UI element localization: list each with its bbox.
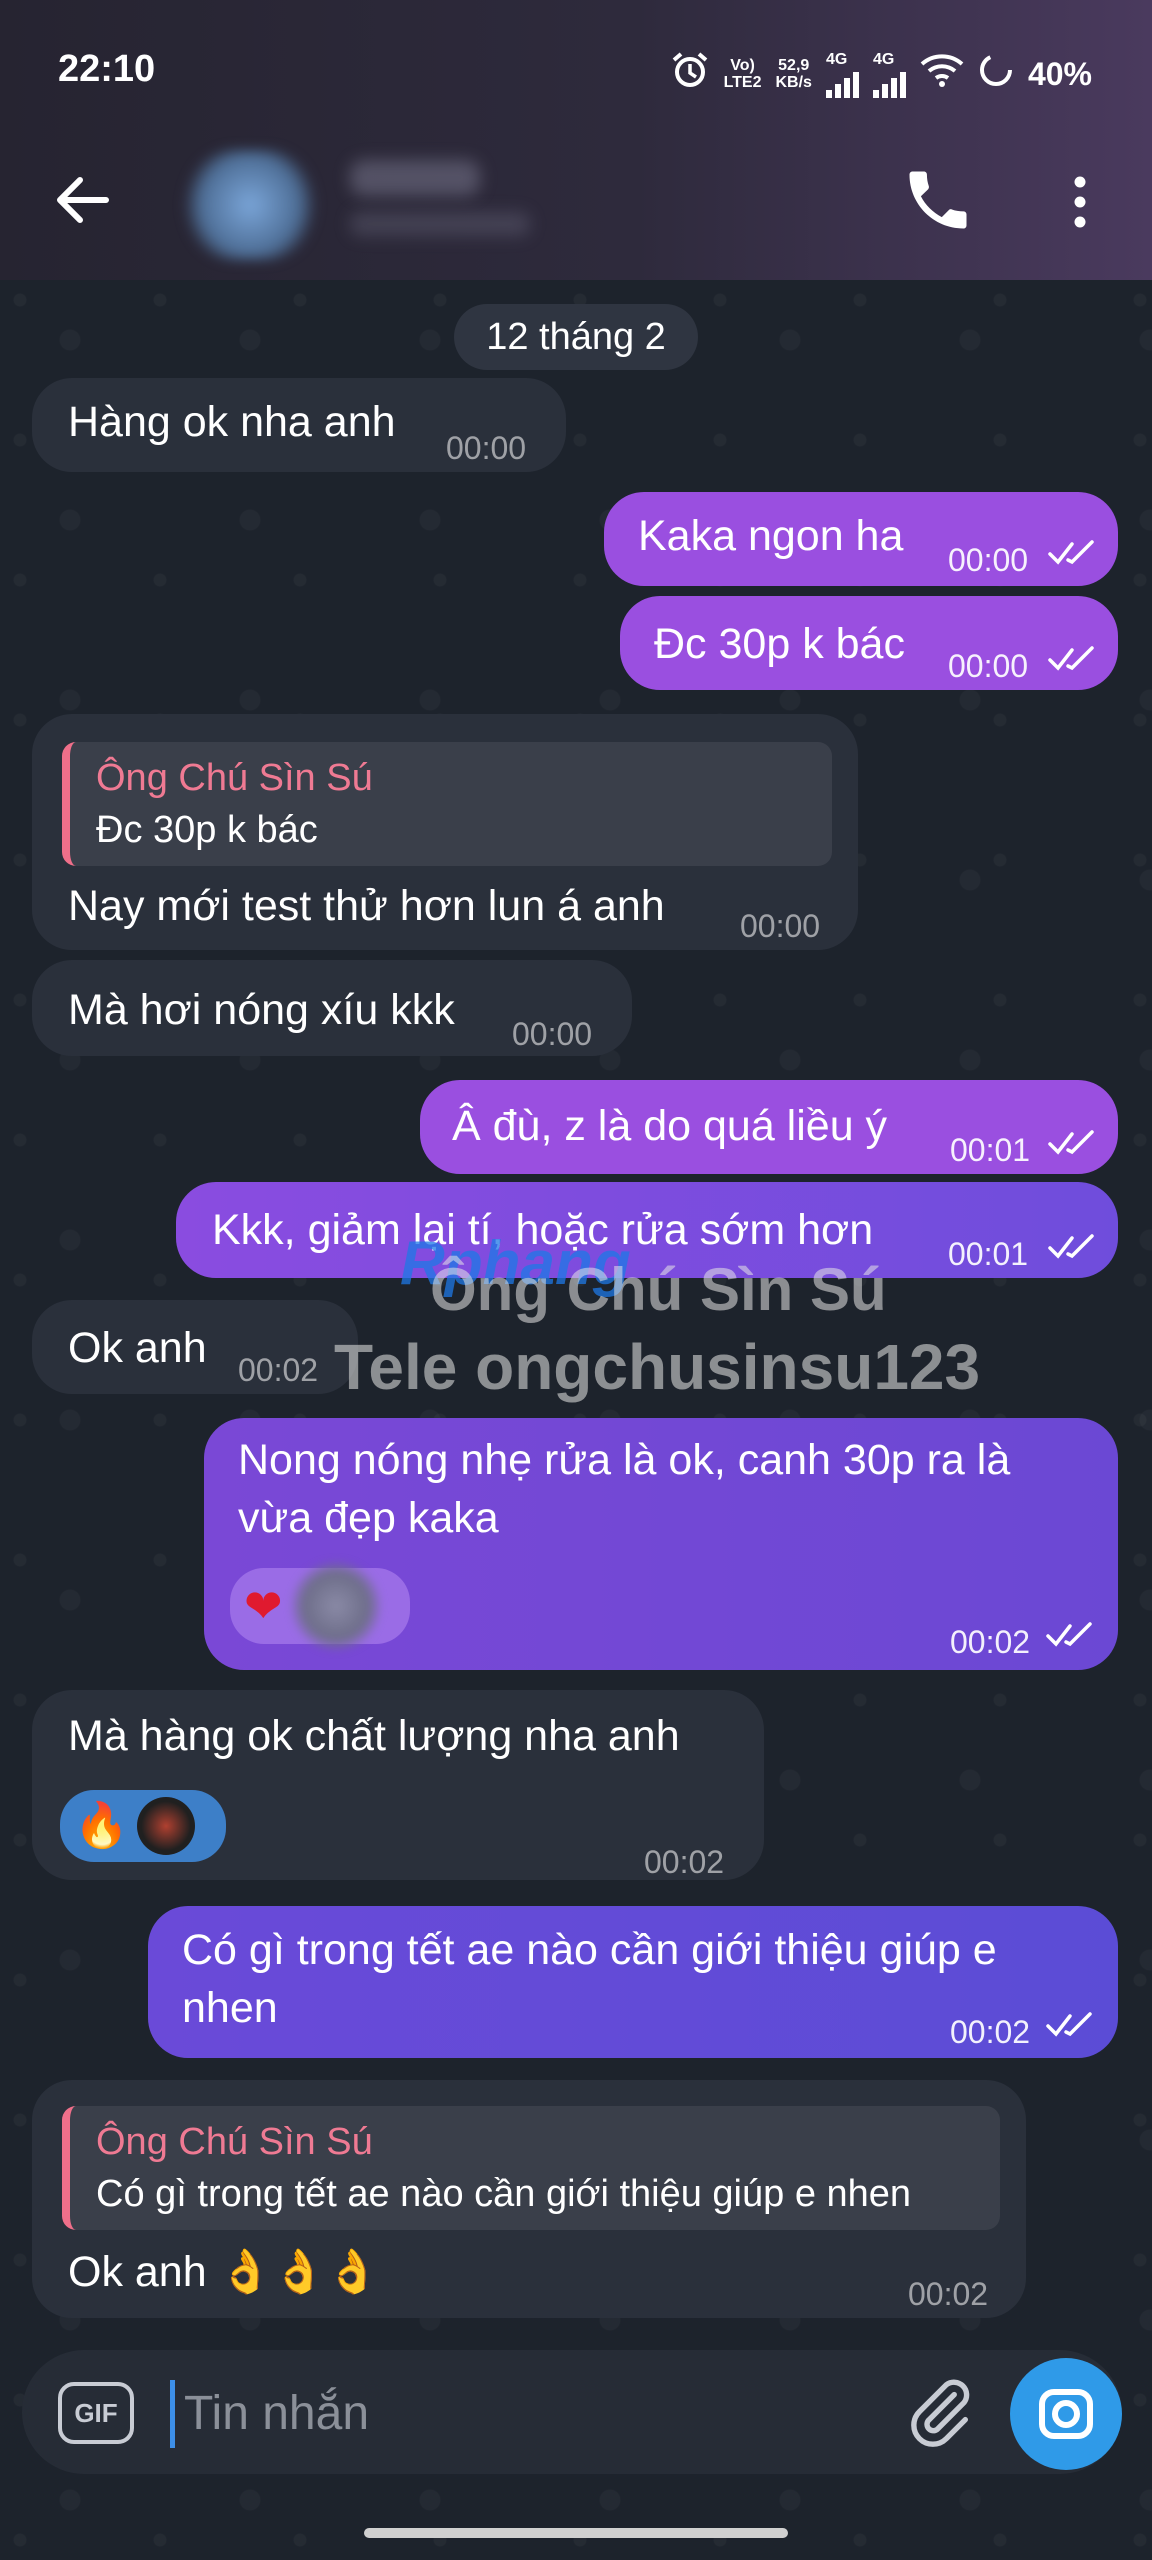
signal-1-icon: 4G: [825, 50, 859, 98]
message-outgoing[interactable]: Đc 30p k bác 00:00: [620, 596, 1118, 690]
message-time: 00:00: [512, 1016, 593, 1052]
more-vert-icon: [1074, 176, 1086, 228]
alarm-icon: [670, 50, 710, 98]
reply-quote[interactable]: Ông Chú Sìn Sú Có gì trong tết ae nào cầ…: [62, 2106, 1000, 2230]
message-incoming[interactable]: Mà hơi nóng xíu kkk 00:00: [32, 960, 632, 1056]
message-incoming[interactable]: Mà hàng ok chất lượng nha anh 🔥 00:02: [32, 1690, 764, 1880]
double-check-icon: [1048, 540, 1094, 565]
camera-icon: [1039, 2389, 1093, 2439]
watermark-name: Ông Chú Sìn Sú: [430, 1256, 887, 1323]
message-text: Ok anh: [68, 1324, 207, 1372]
net2-label: 4G: [872, 50, 895, 68]
arrow-back-icon: [57, 177, 109, 223]
text-cursor: [170, 2380, 175, 2448]
status-bar: 22:10 Vo) LTE2 52,9 KB/s 4G 4G 40%: [0, 0, 1152, 140]
reactor-avatar: [136, 1797, 195, 1855]
battery-percent: 40%: [1027, 55, 1092, 92]
message-time: 00:02: [908, 2276, 989, 2312]
reaction-chip[interactable]: 🔥: [60, 1790, 226, 1862]
date-chip: 12 tháng 2: [454, 304, 698, 370]
reactor-avatar: [290, 1561, 381, 1651]
message-text: Mà hàng ok chất lượng nha anh: [68, 1712, 680, 1760]
message-text: Đc 30p k bác: [654, 620, 905, 668]
double-check-icon: [1046, 1622, 1092, 1647]
message-composer: GIF: [22, 2350, 1122, 2474]
message-incoming-reply[interactable]: Ông Chú Sìn Sú Đc 30p k bác Nay mới test…: [32, 714, 858, 950]
message-input[interactable]: [182, 2370, 906, 2456]
contact-status-blurred: [350, 212, 530, 236]
more-button[interactable]: [1052, 170, 1108, 234]
message-time: 00:00: [446, 430, 527, 466]
volte-indicator: Vo) LTE2: [723, 57, 762, 91]
message-text-line-1: Nong nóng nhẹ rửa là ok, canh 30p ra là: [238, 1436, 1011, 1484]
message-time: 00:02: [950, 1624, 1031, 1660]
message-text-line-1: Có gì trong tết ae nào cần giới thiệu gi…: [182, 1926, 997, 1974]
message-text: Hàng ok nha anh: [68, 398, 396, 446]
contact-name-blurred[interactable]: [350, 160, 480, 196]
message-time: 00:02: [238, 1352, 319, 1388]
call-button[interactable]: [900, 162, 976, 238]
attach-button[interactable]: [902, 2374, 978, 2450]
battery-icon: [978, 52, 1014, 96]
watermark-line-1: Ông Chú Sìn Sú: [430, 1252, 1152, 1328]
fire-reaction: 🔥: [74, 1801, 129, 1850]
message-incoming[interactable]: Ok anh 00:02: [32, 1300, 358, 1394]
message-time: 00:00: [948, 542, 1029, 578]
message-text: Nay mới test thử hơn lun á anh: [68, 882, 665, 930]
reaction-chip[interactable]: ❤: [230, 1561, 410, 1651]
watermark-line-2: Tele ongchusinsu123: [334, 1331, 981, 1403]
contact-avatar[interactable]: [180, 150, 320, 260]
reply-author: Ông Chú Sìn Sú: [96, 2121, 373, 2163]
signal-2-icon: 4G: [872, 50, 906, 98]
message-time: 00:00: [948, 648, 1029, 684]
message-text: Ok anh 👌👌👌: [68, 2248, 380, 2296]
message-text: Kaka ngon ha: [638, 512, 904, 560]
message-outgoing[interactable]: Có gì trong tết ae nào cần giới thiệu gi…: [148, 1906, 1118, 2058]
wifi-icon: [920, 52, 964, 96]
gesture-nav-bar[interactable]: [364, 2528, 788, 2538]
message-text-line-2: vừa đẹp kaka: [238, 1494, 499, 1542]
message-outgoing[interactable]: Â đù, z là do quá liều ý 00:01: [420, 1080, 1118, 1174]
double-check-icon: [1046, 2012, 1092, 2037]
reply-author: Ông Chú Sìn Sú: [96, 757, 373, 799]
message-time: 00:02: [644, 1844, 725, 1880]
reply-quote[interactable]: Ông Chú Sìn Sú Đc 30p k bác: [62, 742, 832, 866]
back-button[interactable]: [48, 168, 118, 232]
message-incoming-reply[interactable]: Ông Chú Sìn Sú Có gì trong tết ae nào cầ…: [32, 2080, 1026, 2318]
status-time: 22:10: [58, 48, 156, 90]
message-text: Mà hơi nóng xíu kkk: [68, 986, 455, 1034]
message-incoming[interactable]: Hàng ok nha anh 00:00: [32, 378, 566, 472]
app-bar: [0, 140, 1152, 260]
double-check-icon: [1048, 646, 1094, 671]
phone-icon: [909, 171, 967, 229]
net1-label: 4G: [825, 50, 848, 68]
double-check-icon: [1048, 1130, 1094, 1155]
message-time: 00:01: [950, 1132, 1031, 1168]
message-text: Â đù, z là do quá liều ý: [452, 1102, 888, 1150]
net-speed: 52,9 KB/s: [775, 57, 812, 91]
reply-text: Đc 30p k bác: [96, 809, 318, 851]
message-time: 00:02: [950, 2014, 1031, 2050]
message-outgoing[interactable]: Nong nóng nhẹ rửa là ok, canh 30p ra là …: [204, 1418, 1118, 1670]
header: 22:10 Vo) LTE2 52,9 KB/s 4G 4G 40%: [0, 0, 1152, 280]
paperclip-icon: [911, 2379, 970, 2447]
message-text-line-2: nhen: [182, 1984, 278, 2032]
status-icons: Vo) LTE2 52,9 KB/s 4G 4G 40%: [670, 50, 1092, 98]
reply-text: Có gì trong tết ae nào cần giới thiệu gi…: [96, 2173, 912, 2215]
camera-button[interactable]: [1010, 2358, 1122, 2470]
heart-reaction: ❤: [244, 1580, 283, 1632]
message-outgoing[interactable]: Kaka ngon ha 00:00: [604, 492, 1118, 586]
gif-button[interactable]: GIF: [58, 2382, 134, 2444]
message-time: 00:00: [740, 908, 821, 944]
